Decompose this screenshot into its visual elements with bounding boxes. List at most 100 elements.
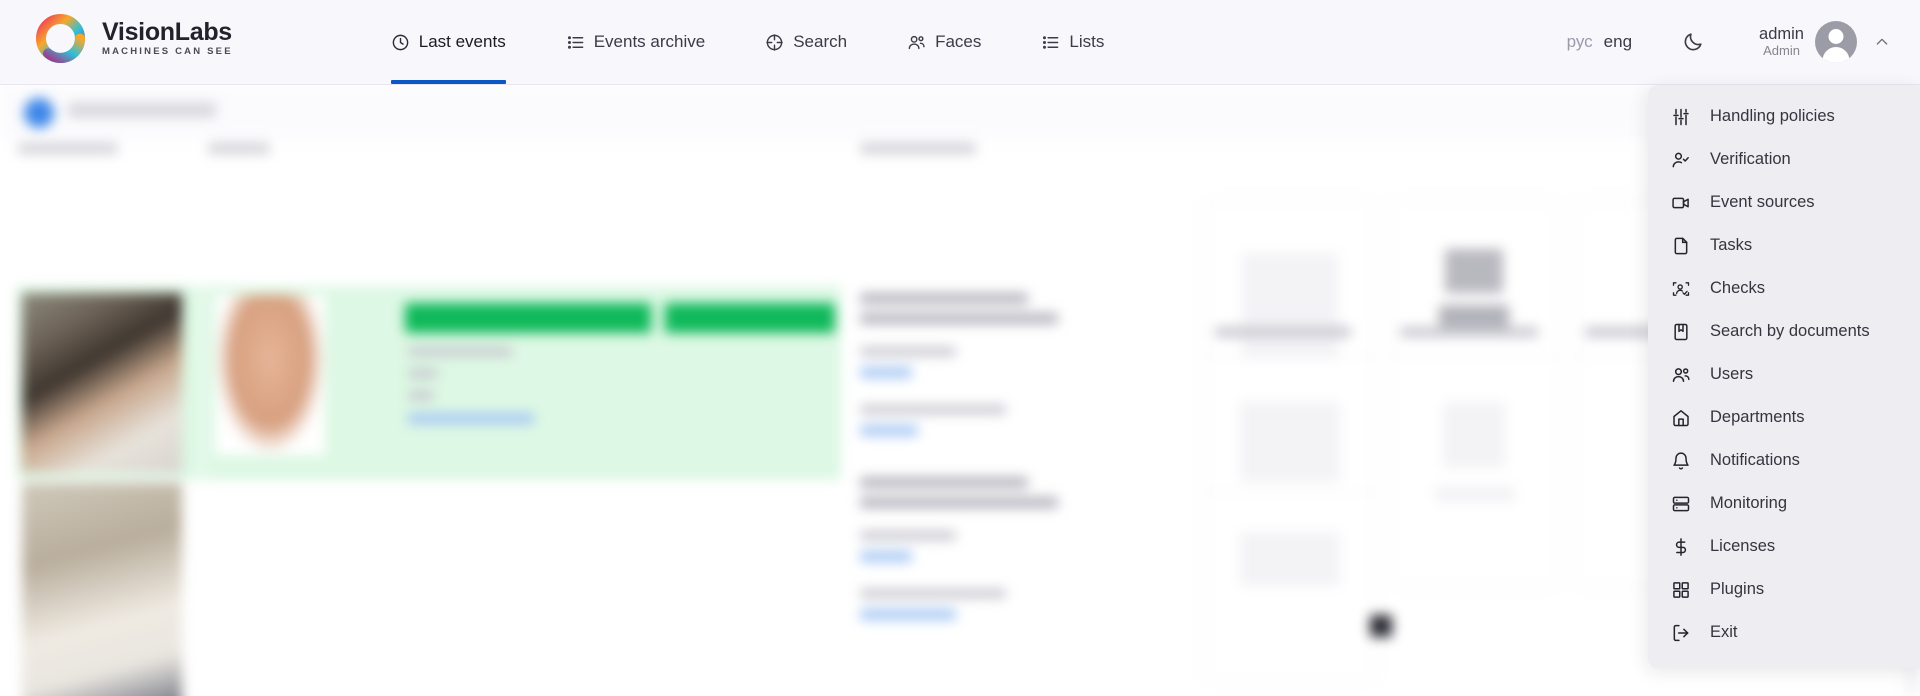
event-detail-line <box>860 293 1028 304</box>
brand-text: VisionLabs MACHINES CAN SEE <box>102 20 233 57</box>
user-login: admin <box>1759 25 1804 44</box>
menu-item-label: Verification <box>1710 150 1791 169</box>
home-icon <box>1670 407 1692 429</box>
page-status-dot <box>24 98 54 128</box>
event-detail-line <box>860 405 1006 414</box>
user-dropdown-menu: Handling policies Verification Event sou… <box>1648 85 1920 668</box>
menu-item-label: Tasks <box>1710 236 1753 255</box>
page-title-placeholder <box>68 103 216 117</box>
menu-item-label: Exit <box>1710 623 1738 642</box>
dollar-icon <box>1670 536 1692 558</box>
users-icon <box>1670 364 1692 386</box>
event-detail-line <box>860 347 956 356</box>
users-icon <box>907 33 926 52</box>
document-preview <box>1240 402 1340 482</box>
event-thumbnail[interactable] <box>22 483 182 696</box>
nav-item-label: Faces <box>935 32 982 51</box>
nav-item-label: Lists <box>1069 32 1105 51</box>
event-detail-link[interactable] <box>860 367 912 378</box>
menu-item-verification[interactable]: Verification <box>1648 138 1920 181</box>
menu-item-label: Handling policies <box>1710 107 1835 126</box>
nav-item-label: Events archive <box>593 32 706 51</box>
menu-item-monitoring[interactable]: Monitoring <box>1648 482 1920 525</box>
menu-item-label: Plugins <box>1710 580 1765 599</box>
nav-item-lists[interactable]: Lists <box>1041 0 1104 84</box>
document-card[interactable] <box>1390 357 1560 587</box>
menu-item-users[interactable]: Users <box>1648 353 1920 396</box>
nav-item-label: Search <box>793 32 848 51</box>
nav-item-last-events[interactable]: Last events <box>390 0 506 84</box>
blurred-content-layer <box>0 85 1920 696</box>
moon-icon <box>1682 31 1704 53</box>
menu-item-event-sources[interactable]: Event sources <box>1648 181 1920 224</box>
app-root: VisionLabs MACHINES CAN SEE Last events <box>0 0 1920 696</box>
event-detail-line <box>860 497 1058 508</box>
user-identity: admin Admin <box>1759 25 1804 59</box>
event-detail-line <box>860 589 1006 598</box>
chevron-up-icon[interactable] <box>1874 34 1890 50</box>
document-card-label <box>1435 486 1515 502</box>
event-detail-link[interactable] <box>860 425 918 436</box>
page-subheader <box>0 85 1920 139</box>
event-detail-link[interactable] <box>860 609 956 620</box>
file-icon <box>1670 235 1692 257</box>
event-thumbnail[interactable] <box>22 293 182 473</box>
menu-item-label: Users <box>1710 365 1754 384</box>
menu-item-label: Notifications <box>1710 451 1800 470</box>
main-navigation: Last events Events archive Search Faces … <box>390 0 1165 84</box>
list-icon <box>566 33 585 52</box>
event-detail-line <box>408 369 438 378</box>
event-detail-link[interactable] <box>860 551 912 562</box>
user-role: Admin <box>1763 43 1800 59</box>
brand-logo-block[interactable]: VisionLabs MACHINES CAN SEE <box>36 14 233 63</box>
server-icon <box>1670 493 1692 515</box>
sliders-icon <box>1670 106 1692 128</box>
crosshair-icon <box>765 33 784 52</box>
face-sample-thumbnail[interactable] <box>215 295 325 455</box>
nav-item-search[interactable]: Search <box>765 0 847 84</box>
user-menu-trigger[interactable]: admin Admin <box>1759 21 1890 63</box>
content-badge <box>1370 615 1392 637</box>
language-option-en[interactable]: eng <box>1604 32 1632 52</box>
document-card[interactable] <box>1205 491 1375 681</box>
menu-item-label: Monitoring <box>1710 494 1788 513</box>
book-icon <box>1670 321 1692 343</box>
event-detail-line <box>860 531 956 540</box>
top-header: VisionLabs MACHINES CAN SEE Last events <box>0 0 1920 85</box>
menu-item-exit[interactable]: Exit <box>1648 611 1920 654</box>
menu-item-notifications[interactable]: Notifications <box>1648 439 1920 482</box>
person-scan-check-icon <box>1670 278 1692 300</box>
menu-item-checks[interactable]: Checks <box>1648 267 1920 310</box>
event-detail-line <box>860 477 1028 488</box>
document-preview <box>1242 253 1338 361</box>
nav-item-events-archive[interactable]: Events archive <box>566 0 706 84</box>
menu-item-departments[interactable]: Departments <box>1648 396 1920 439</box>
menu-item-tasks[interactable]: Tasks <box>1648 224 1920 267</box>
dark-mode-toggle[interactable] <box>1682 31 1704 53</box>
menu-item-search-by-documents[interactable]: Search by documents <box>1648 310 1920 353</box>
nav-item-label: Last events <box>418 32 506 51</box>
user-avatar-icon[interactable] <box>1815 21 1857 63</box>
menu-item-label: Event sources <box>1710 193 1815 212</box>
event-detail-line <box>408 391 434 400</box>
menu-item-label: Search by documents <box>1710 322 1870 341</box>
user-check-icon <box>1670 149 1692 171</box>
column-header-event-details <box>860 143 976 154</box>
language-switcher[interactable]: рус eng <box>1567 32 1632 52</box>
document-card-caption <box>1215 327 1351 337</box>
grid-icon <box>1670 579 1692 601</box>
match-banner-divider <box>651 303 665 333</box>
language-option-ru[interactable]: рус <box>1567 32 1593 52</box>
clock-icon <box>391 33 410 52</box>
brand-name: VisionLabs <box>102 18 232 47</box>
column-header-face-sample <box>208 143 270 154</box>
page-content <box>0 85 1920 696</box>
menu-item-plugins[interactable]: Plugins <box>1648 568 1920 611</box>
document-preview <box>1445 249 1503 293</box>
menu-item-handling-policies[interactable]: Handling policies <box>1648 95 1920 138</box>
event-detail-link[interactable] <box>408 413 534 424</box>
visionlabs-ring-logo-icon <box>36 14 85 63</box>
list-icon <box>1041 33 1060 52</box>
nav-item-faces[interactable]: Faces <box>907 0 981 84</box>
menu-item-licenses[interactable]: Licenses <box>1648 525 1920 568</box>
